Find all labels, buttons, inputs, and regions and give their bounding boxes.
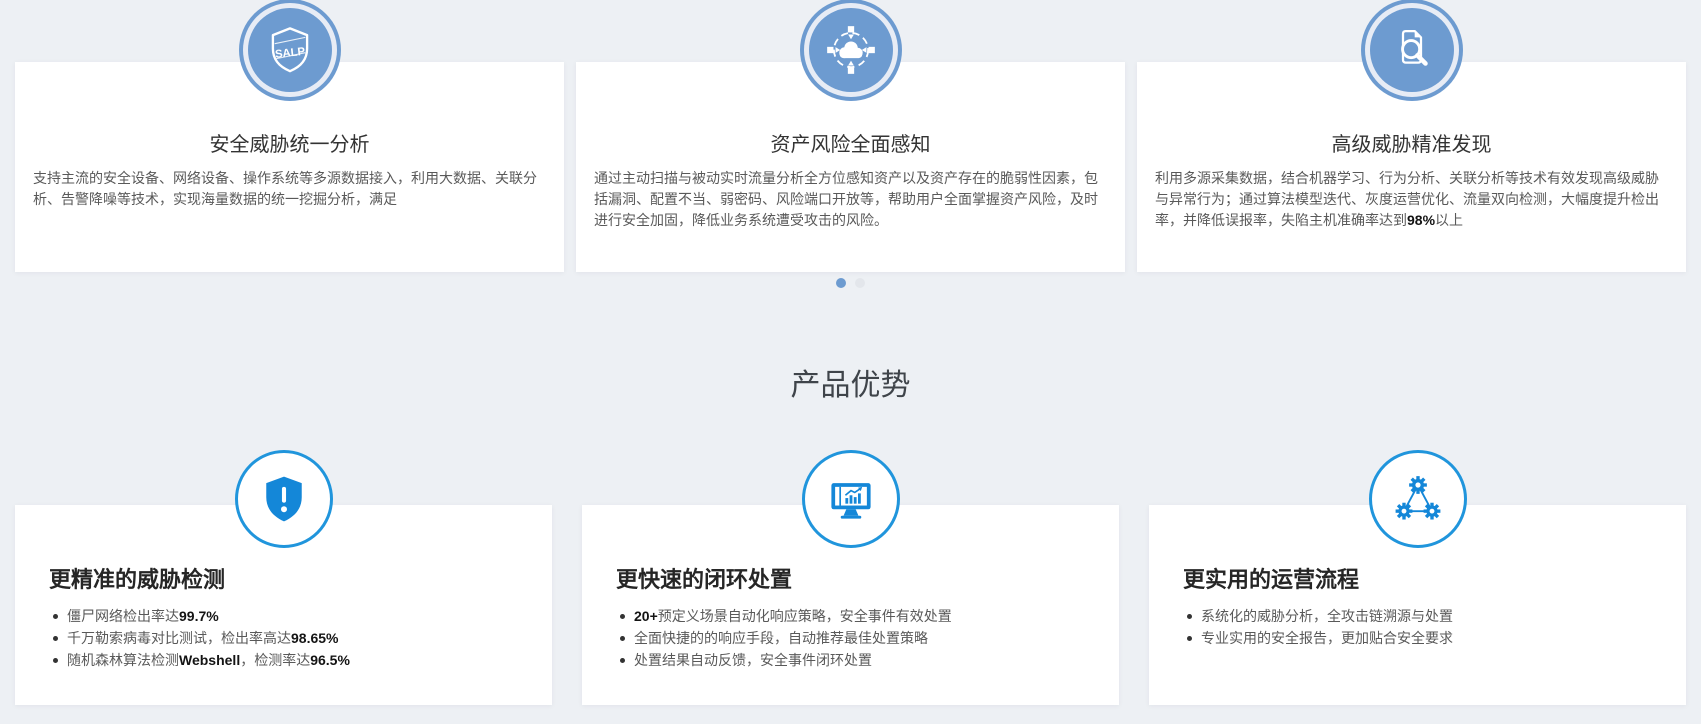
section-heading: 产品优势 — [0, 366, 1701, 406]
cloud-sync-icon — [824, 23, 878, 77]
feature-badge: SALP — [248, 8, 332, 92]
feature-card-advanced-threat: 高级威胁精准发现 利用多源采集数据，结合机器学习、行为分析、关联分析等技术有效发… — [1137, 62, 1686, 272]
feature-section: SALP 安全威胁统一分析 支持主流的安全设备、网络设备、操作系统等多源数据接入… — [0, 0, 1701, 288]
advantage-card-detection: 更精准的威胁检测 僵尸网络检出率达99.7% 千万勒索病毒对比测试，检出率高达9… — [15, 505, 552, 705]
feature-description: 利用多源采集数据，结合机器学习、行为分析、关联分析等技术有效发现高级威胁与异常行… — [1155, 168, 1668, 231]
bullet-strong: Webshell — [179, 652, 240, 668]
gears-network-icon — [1390, 471, 1446, 527]
bullet-strong: 96.5% — [310, 652, 350, 668]
monitor-chart-icon — [823, 471, 879, 527]
bullet-segment: 全面快捷的的响应手段，自动推荐最佳处置策略 — [634, 630, 928, 646]
advantage-card-response: 更快速的闭环处置 20+预定义场景自动化响应策略，安全事件有效处置 全面快捷的的… — [582, 505, 1119, 705]
bullet-item: 僵尸网络检出率达99.7% — [49, 605, 518, 627]
bullet-item: 随机森林算法检测Webshell，检测率达96.5% — [49, 649, 518, 671]
bullet-item: 全面快捷的的响应手段，自动推荐最佳处置策略 — [616, 627, 1085, 649]
product-page: { "colors": { "page_bg": "#edf0f4", "car… — [0, 0, 1701, 724]
advantage-bullet-list: 系统化的威胁分析，全攻击链溯源与处置 专业实用的安全报告，更加贴合安全要求 — [1183, 605, 1652, 649]
advantage-title: 更快速的闭环处置 — [616, 567, 1085, 593]
advantage-cards-row: 更精准的威胁检测 僵尸网络检出率达99.7% 千万勒索病毒对比测试，检出率高达9… — [15, 505, 1686, 705]
description-segment: 以上 — [1435, 212, 1463, 228]
salp-shield-icon: SALP — [263, 23, 317, 77]
advantage-badge — [802, 450, 900, 548]
bullet-item: 专业实用的安全报告，更加贴合安全要求 — [1183, 627, 1652, 649]
feature-description: 支持主流的安全设备、网络设备、操作系统等多源数据接入，利用大数据、关联分析、告警… — [33, 168, 546, 210]
bullet-strong: 98.65% — [291, 630, 338, 646]
carousel-dot-2[interactable] — [855, 278, 865, 288]
advantage-bullet-list: 僵尸网络检出率达99.7% 千万勒索病毒对比测试，检出率高达98.65% 随机森… — [49, 605, 518, 671]
bullet-item: 系统化的威胁分析，全攻击链溯源与处置 — [1183, 605, 1652, 627]
bullet-strong: 20+ — [634, 608, 658, 624]
advantage-card-operations: 更实用的运营流程 系统化的威胁分析，全攻击链溯源与处置 专业实用的安全报告，更加… — [1149, 505, 1686, 705]
document-search-icon — [1385, 23, 1439, 77]
advantage-badge — [235, 450, 333, 548]
feature-description: 通过主动扫描与被动实时流量分析全方位感知资产以及资产存在的脆弱性因素，包括漏洞、… — [594, 168, 1107, 231]
bullet-strong: 99.7% — [179, 608, 219, 624]
feature-card-threat-analysis: SALP 安全威胁统一分析 支持主流的安全设备、网络设备、操作系统等多源数据接入… — [15, 62, 564, 272]
feature-card-asset-risk: 资产风险全面感知 通过主动扫描与被动实时流量分析全方位感知资产以及资产存在的脆弱… — [576, 62, 1125, 272]
feature-title: 高级威胁精准发现 — [1155, 132, 1668, 158]
bullet-segment: ，检测率达 — [240, 652, 310, 668]
bullet-segment: 千万勒索病毒对比测试，检出率高达 — [67, 630, 291, 646]
carousel-dot-1[interactable] — [836, 278, 846, 288]
advantage-title: 更精准的威胁检测 — [49, 567, 518, 593]
bullet-segment: 系统化的威胁分析，全攻击链溯源与处置 — [1201, 608, 1453, 624]
description-strong: 98% — [1407, 212, 1435, 228]
bullet-item: 千万勒索病毒对比测试，检出率高达98.65% — [49, 627, 518, 649]
feature-title: 安全威胁统一分析 — [33, 132, 546, 158]
bullet-segment: 专业实用的安全报告，更加贴合安全要求 — [1201, 630, 1453, 646]
svg-text:SALP: SALP — [274, 46, 306, 61]
feature-badge — [1370, 8, 1454, 92]
advantage-badge — [1369, 450, 1467, 548]
bullet-segment: 处置结果自动反馈，安全事件闭环处置 — [634, 652, 872, 668]
bullet-segment: 预定义场景自动化响应策略，安全事件有效处置 — [658, 608, 952, 624]
carousel-dots — [0, 272, 1701, 288]
shield-alert-icon — [256, 471, 312, 527]
bullet-item: 20+预定义场景自动化响应策略，安全事件有效处置 — [616, 605, 1085, 627]
feature-badge — [809, 8, 893, 92]
advantage-title: 更实用的运营流程 — [1183, 567, 1652, 593]
feature-cards-row: SALP 安全威胁统一分析 支持主流的安全设备、网络设备、操作系统等多源数据接入… — [15, 0, 1686, 272]
advantage-bullet-list: 20+预定义场景自动化响应策略，安全事件有效处置 全面快捷的的响应手段，自动推荐… — [616, 605, 1085, 671]
bullet-item: 处置结果自动反馈，安全事件闭环处置 — [616, 649, 1085, 671]
feature-title: 资产风险全面感知 — [594, 132, 1107, 158]
bullet-segment: 随机森林算法检测 — [67, 652, 179, 668]
bullet-segment: 僵尸网络检出率达 — [67, 608, 179, 624]
